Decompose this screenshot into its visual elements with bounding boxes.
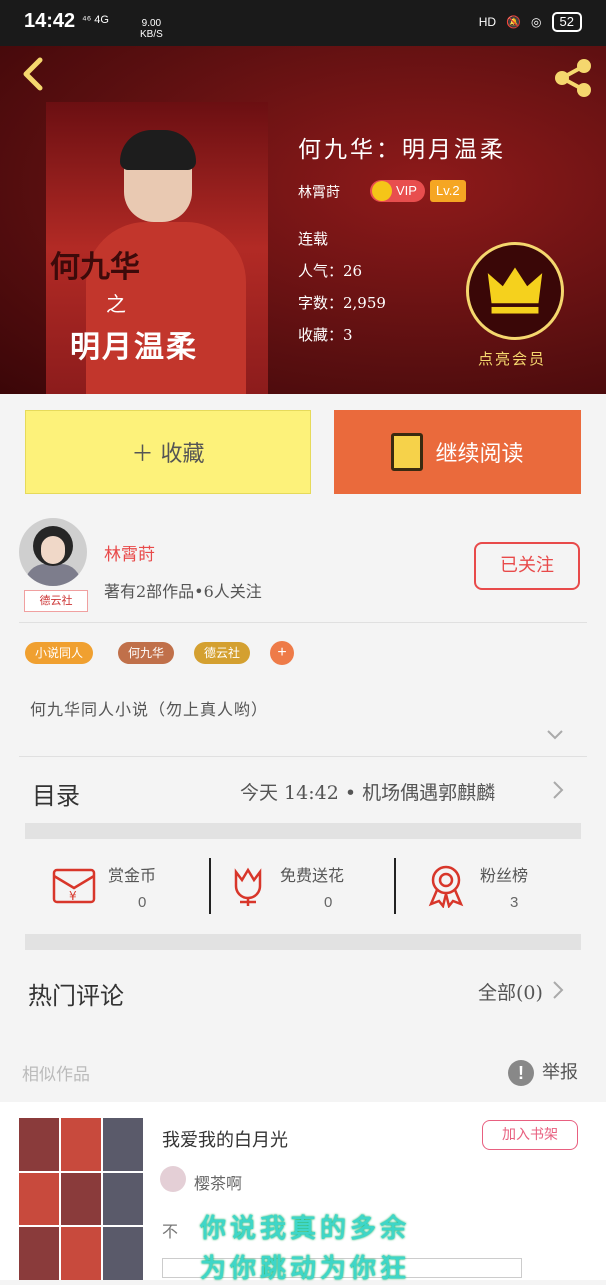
book-status: 连载 [298, 230, 329, 248]
add-tag-button[interactable]: + [270, 641, 294, 665]
similar-book-card[interactable]: 我爱我的白月光 加入书架 樱茶啊 不 你说我真的多余 为你跳动为你狂 [0, 1102, 606, 1284]
book-author[interactable]: 林霄莳 [298, 182, 340, 202]
tag-item[interactable]: 何九华 [118, 642, 175, 664]
tag-item[interactable]: 小说同人 [25, 642, 94, 664]
divider [19, 756, 587, 757]
vip-badge: VIP [370, 180, 425, 202]
book-cover[interactable]: 何九华 之 明月温柔 [46, 102, 268, 394]
add-to-shelf-button[interactable]: 加入书架 [482, 1120, 578, 1150]
lyric-overlay-line: 为你跳动为你狂 [200, 1254, 411, 1284]
stat-label: 免费送花 [280, 866, 345, 885]
status-time: 14:42 [24, 10, 76, 32]
author-avatar[interactable] [19, 518, 87, 586]
status-right: HD 🔕 ◎ 52 [479, 12, 582, 32]
divider [209, 858, 211, 914]
signal-icon: ⁴⁶ 4G [82, 14, 109, 26]
similar-book-snippet: 不 [162, 1222, 179, 1241]
crown-icon [487, 267, 543, 314]
collect-label: ＋ 收藏 [131, 442, 205, 467]
cover-text-name: 何九华 [50, 250, 140, 285]
book-title: 何九华：明月温柔 [298, 137, 506, 163]
book-word-count: 字数：2,959 [298, 294, 386, 312]
similar-book-author: 樱茶啊 [194, 1174, 243, 1193]
red-envelope-icon: ¥ [52, 868, 96, 904]
similar-book-cover[interactable] [19, 1118, 143, 1280]
privacy-icon: ◎ [531, 15, 542, 29]
share-icon[interactable] [550, 56, 596, 100]
stat-value: 0 [324, 894, 333, 911]
continue-reading-label: 继续阅读 [435, 442, 524, 467]
divider [19, 622, 587, 623]
hd-icon: HD [478, 15, 497, 29]
book-description: 何九华同人小说（勿上真人哟） [30, 700, 269, 719]
similar-works-title: 相似作品 [22, 1065, 90, 1085]
stat-reward[interactable]: ¥ 赏金币 0 [52, 858, 212, 914]
similar-author-avatar [160, 1166, 186, 1192]
vip-action-label[interactable]: 点亮会员 [478, 348, 546, 369]
book-favorites: 收藏：3 [298, 326, 353, 344]
cover-figure-hair [120, 130, 196, 170]
chevron-right-icon [553, 781, 564, 799]
book-icon [391, 433, 424, 471]
stat-flowers[interactable]: 免费送花 0 [230, 858, 390, 914]
stat-label: 赏金币 [108, 866, 157, 885]
author-stats: 著有2部作品•6人关注 [104, 582, 262, 601]
section-separator [25, 823, 581, 839]
author-badge: 德云社 [24, 590, 88, 612]
avatar-face [41, 536, 65, 564]
network-speed: 9.00 KB/S [140, 18, 163, 40]
badge-ribbon-icon [428, 865, 464, 908]
book-header: 何九华 之 明月温柔 何九华：明月温柔 林霄莳 VIP Lv.2 连载 人气：2… [0, 46, 606, 394]
divider [394, 858, 396, 914]
battery-icon: 52 [551, 12, 582, 32]
continue-reading-button[interactable]: 继续阅读 [334, 410, 581, 494]
svg-text:¥: ¥ [69, 889, 77, 903]
section-separator [25, 934, 581, 950]
cover-text-connector: 之 [106, 292, 126, 316]
flower-icon [234, 867, 262, 906]
network-speed-unit: KB/S [140, 29, 163, 40]
vip-crown-button[interactable] [466, 242, 564, 340]
stat-label: 粉丝榜 [480, 866, 529, 885]
lyric-overlay-line: 你说我真的多余 [200, 1214, 411, 1244]
stat-fans[interactable]: 粉丝榜 3 [426, 858, 586, 914]
network-speed-value: 9.00 [141, 18, 162, 29]
vip-crown-icon [372, 181, 392, 201]
collect-button[interactable]: ＋ 收藏 [25, 410, 311, 494]
toc-label: 目录 [32, 782, 80, 810]
all-comments-link[interactable]: 全部(0) [478, 978, 543, 1005]
status-bar: 14:42 ⁴⁶ 4G 9.00 KB/S HD 🔕 ◎ 52 [0, 0, 606, 46]
stat-value: 0 [138, 894, 147, 911]
toc-latest-chapter: 今天 14:42 • 机场偶遇郭麒麟 [240, 782, 496, 804]
similar-book-title[interactable]: 我爱我的白月光 [162, 1126, 288, 1152]
chevron-right-icon [553, 981, 564, 999]
hot-comments-title: 热门评论 [28, 982, 124, 1010]
stat-value: 3 [510, 894, 519, 911]
level-badge: Lv.2 [430, 180, 466, 202]
report-label: 举报 [542, 1062, 578, 1083]
tag-item[interactable]: 德云社 [194, 642, 251, 664]
book-popularity: 人气：26 [298, 262, 363, 280]
mute-icon: 🔕 [506, 15, 522, 29]
alert-icon: ! [508, 1060, 534, 1086]
follow-button[interactable]: 已关注 [474, 542, 580, 590]
chevron-down-icon[interactable] [546, 726, 564, 744]
vip-label: VIP [396, 183, 417, 198]
report-button[interactable]: ! 举报 [508, 1058, 578, 1086]
avatar-body [25, 564, 81, 586]
cover-text-subtitle: 明月温柔 [70, 330, 198, 365]
author-name[interactable]: 林霄莳 [104, 540, 155, 565]
back-arrow-icon[interactable] [16, 56, 52, 92]
